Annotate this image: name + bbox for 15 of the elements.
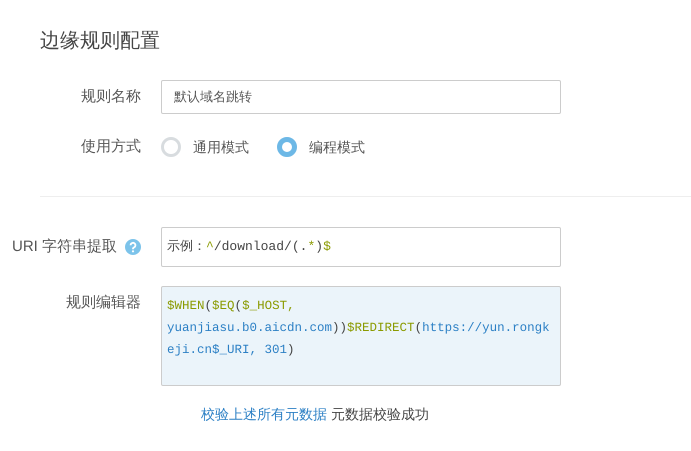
radio-label[interactable]: 编程模式	[309, 136, 365, 158]
radio-button[interactable]	[161, 137, 181, 157]
rule-name-field[interactable]: 默认域名跳转	[161, 80, 561, 114]
code-editor[interactable]: $WHEN($EQ($_HOST, yuanjiasu.b0.aicdn.com))$REDIRECT(https://yun.rongkeji.cn$_URI, 301)	[161, 286, 561, 386]
radio-label[interactable]: 通用模式	[193, 136, 249, 158]
field-label: 规则名称	[81, 86, 141, 107]
uri-field[interactable]: 示例：^/download/(.*)$	[161, 227, 561, 267]
page-title: 边缘规则配置	[40, 29, 161, 54]
radio-button[interactable]	[277, 137, 297, 157]
help-icon[interactable]	[125, 239, 141, 255]
field-label: 规则编辑器	[66, 293, 141, 313]
validation-message: 元数据校验成功	[331, 405, 429, 424]
field-label: 使用方式	[81, 136, 141, 157]
validate-link[interactable]: 校验上述所有元数据	[201, 404, 327, 425]
field-label: URI 字符串提取	[12, 236, 117, 257]
